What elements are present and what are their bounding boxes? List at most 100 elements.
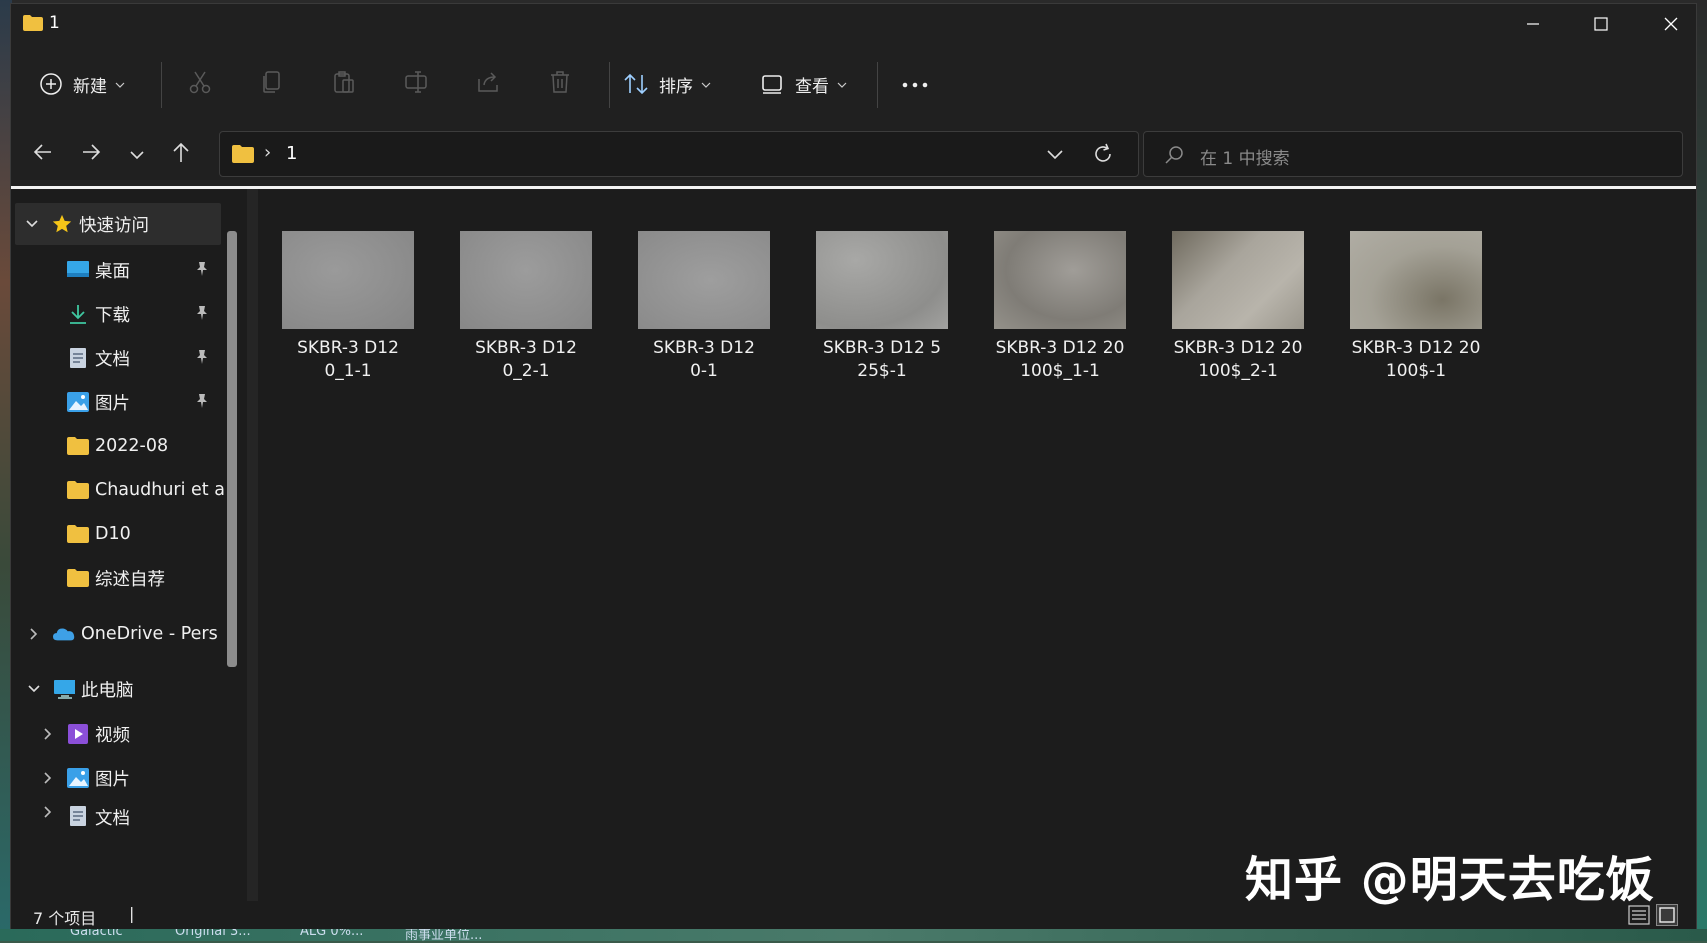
rename-button[interactable] xyxy=(403,44,429,124)
breadcrumb-current[interactable]: 1 xyxy=(286,143,297,164)
file-name: SKBR-3 D12 20 100$-1 xyxy=(1351,338,1481,381)
folder-icon xyxy=(67,523,89,545)
sort-button[interactable]: 排序 xyxy=(623,44,711,124)
sidebar-item-pc-pictures[interactable]: 图片 xyxy=(11,757,225,799)
file-item[interactable]: SKBR-3 D12 5 25$-1 xyxy=(807,231,957,383)
file-name: SKBR-3 D12 5 25$-1 xyxy=(822,338,942,381)
address-bar[interactable]: › 1 xyxy=(219,131,1139,177)
document-icon xyxy=(67,347,89,369)
pane-divider[interactable] xyxy=(247,189,258,901)
file-thumbnail xyxy=(994,231,1126,329)
desktop-icon xyxy=(67,259,89,281)
sidebar-scrollbar[interactable] xyxy=(227,231,237,667)
address-dropdown-chevron-icon[interactable] xyxy=(1046,146,1064,165)
desktop-background-right xyxy=(1697,0,1707,941)
sidebar-item-documents[interactable]: 文档 xyxy=(11,337,225,379)
share-button[interactable] xyxy=(475,44,501,124)
back-button[interactable] xyxy=(27,138,59,170)
sidebar-item-folder-d10[interactable]: D10 xyxy=(11,513,225,555)
sidebar-item-this-pc[interactable]: 此电脑 xyxy=(11,668,225,710)
document-icon xyxy=(67,805,89,827)
chevron-down-icon[interactable] xyxy=(25,684,43,694)
sidebar-item-pictures[interactable]: 图片 xyxy=(11,381,225,423)
refresh-icon[interactable] xyxy=(1092,143,1114,169)
file-item[interactable]: SKBR-3 D12 0_1-1 xyxy=(273,231,423,383)
sidebar-item-label: 快速访问 xyxy=(79,215,149,236)
more-options-button[interactable] xyxy=(901,44,929,124)
forward-button[interactable] xyxy=(75,138,107,170)
navigation-bar: › 1 在 1 中搜索 xyxy=(11,124,1696,186)
rename-icon xyxy=(403,69,429,100)
view-button[interactable]: 查看 xyxy=(761,44,847,124)
chevron-down-icon xyxy=(115,74,125,94)
chevron-down-icon xyxy=(701,74,711,94)
sidebar-item-label: 文档 xyxy=(95,809,130,829)
sidebar-item-label: 此电脑 xyxy=(81,680,134,701)
file-thumbnail xyxy=(638,231,770,329)
sidebar-item-pc-documents[interactable]: 文档 xyxy=(11,799,225,829)
recent-locations-button[interactable] xyxy=(121,138,153,170)
sidebar-item-label: 下载 xyxy=(95,305,130,326)
large-icons-view-button[interactable] xyxy=(1656,904,1678,926)
search-input[interactable]: 在 1 中搜索 xyxy=(1200,144,1290,169)
chevron-right-icon[interactable] xyxy=(39,805,57,819)
file-thumbnail xyxy=(1172,231,1304,329)
breadcrumb-separator-icon: › xyxy=(264,142,272,163)
sidebar-item-desktop[interactable]: 桌面 xyxy=(11,249,225,291)
copy-button[interactable] xyxy=(259,44,285,124)
up-button[interactable] xyxy=(165,138,197,170)
chevron-right-icon[interactable] xyxy=(39,727,57,741)
folder-icon xyxy=(67,567,89,589)
sidebar-item-videos[interactable]: 视频 xyxy=(11,713,225,755)
file-item[interactable]: SKBR-3 D12 20 100$-1 xyxy=(1341,231,1491,383)
sidebar-item-folder-chaudhuri[interactable]: Chaudhuri et a xyxy=(11,469,225,511)
close-button[interactable] xyxy=(1636,4,1706,44)
file-name: SKBR-3 D12 0-1 xyxy=(653,338,755,381)
new-label: 新建 xyxy=(73,76,107,97)
pin-icon[interactable] xyxy=(195,349,209,370)
trash-icon xyxy=(547,69,573,100)
delete-button[interactable] xyxy=(547,44,573,124)
pictures-icon xyxy=(67,767,89,789)
folder-icon xyxy=(67,435,89,457)
sidebar-item-folder-review[interactable]: 综述自荐 xyxy=(11,557,225,599)
sidebar-item-folder-2022-08[interactable]: 2022-08 xyxy=(11,425,225,467)
pin-icon[interactable] xyxy=(195,305,209,326)
sidebar-quick-access[interactable]: 快速访问 xyxy=(15,203,221,245)
file-item[interactable]: SKBR-3 D12 20 100$_2-1 xyxy=(1163,231,1313,383)
toolbar-separator xyxy=(609,62,610,108)
sidebar-item-label: 图片 xyxy=(95,769,130,790)
sidebar-item-downloads[interactable]: 下载 xyxy=(11,293,225,335)
search-box[interactable]: 在 1 中搜索 xyxy=(1143,131,1683,177)
file-name: SKBR-3 D12 0_2-1 xyxy=(475,338,577,381)
arrow-right-icon xyxy=(81,143,101,165)
sidebar-item-label: 综述自荐 xyxy=(95,569,165,590)
window-title: 1 xyxy=(49,13,60,33)
chevron-down-icon[interactable] xyxy=(23,219,41,229)
folder-icon xyxy=(23,15,43,35)
sidebar-item-onedrive[interactable]: OneDrive - Pers xyxy=(11,613,225,655)
title-bar: 1 xyxy=(11,4,1696,44)
view-label: 查看 xyxy=(795,76,829,97)
paste-button[interactable] xyxy=(331,44,357,124)
maximize-button[interactable] xyxy=(1566,4,1636,44)
star-icon xyxy=(51,213,73,235)
new-button[interactable]: 新建 xyxy=(39,44,125,124)
pin-icon[interactable] xyxy=(195,393,209,414)
file-item[interactable]: SKBR-3 D12 20 100$_1-1 xyxy=(985,231,1135,383)
cut-button[interactable] xyxy=(187,44,213,124)
command-bar: 新建 排序 查看 xyxy=(11,44,1696,124)
chevron-down-icon xyxy=(837,74,847,94)
computer-icon xyxy=(53,678,75,700)
sidebar-item-label: 图片 xyxy=(95,393,130,414)
file-item[interactable]: SKBR-3 D12 0_2-1 xyxy=(451,231,601,383)
sidebar-item-label: 桌面 xyxy=(95,261,130,282)
pin-icon[interactable] xyxy=(195,261,209,282)
chevron-right-icon[interactable] xyxy=(25,627,43,641)
file-item[interactable]: SKBR-3 D12 0-1 xyxy=(629,231,779,383)
folder-icon xyxy=(67,479,89,501)
sort-arrows-icon xyxy=(623,72,649,96)
chevron-right-icon[interactable] xyxy=(39,771,57,785)
file-explorer-window: 1 新建 排序 查看 › 1 在 1 中搜索 快速访问 桌面 下载 文档 图片 … xyxy=(10,3,1697,929)
minimize-button[interactable] xyxy=(1498,4,1568,44)
